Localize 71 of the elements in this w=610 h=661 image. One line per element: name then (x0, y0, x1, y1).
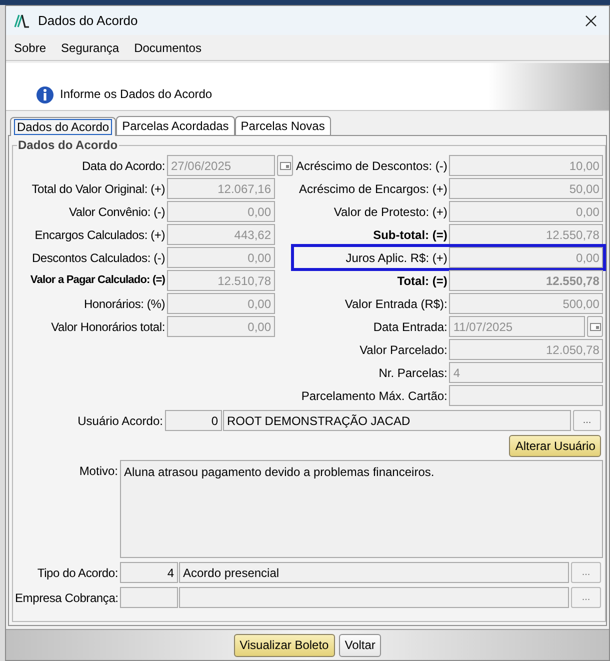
tab[interactable]: Parcelas Novas (234, 116, 331, 135)
field-label: Sub-total: (=) (372, 226, 448, 244)
text-field[interactable]: 12.550,78 (449, 270, 604, 291)
text-field[interactable]: 12.550,78 (449, 224, 604, 245)
header-message: Informe os Dados do Acordo (60, 86, 212, 103)
calendar-icon (590, 322, 601, 330)
text-field[interactable]: 443,62 (167, 224, 275, 245)
field-label: Valor Entrada (R$): (344, 296, 448, 312)
field-label: Valor Parcelado: (358, 342, 448, 358)
footer-button[interactable]: Visualizar Boleto (234, 634, 335, 656)
field-label: Usuário Acordo: (76, 412, 164, 430)
text-field[interactable]: 4 (449, 362, 604, 383)
field-label: Total do Valor Original: (+) (30, 180, 166, 198)
text-field[interactable]: 0,00 (449, 201, 604, 222)
footer-button[interactable]: Voltar (338, 634, 382, 656)
app-logo-icon (14, 14, 30, 28)
name-field[interactable] (179, 587, 569, 608)
text-field[interactable]: 50,00 (449, 178, 604, 199)
text-field[interactable]: 0,00 (167, 247, 275, 268)
text-field[interactable]: 12.510,78 (167, 270, 275, 291)
text-field[interactable]: 12.067,16 (167, 178, 275, 199)
field-label: Valor Honorários total: (50, 318, 166, 336)
text-field[interactable]: 10,00 (449, 155, 604, 176)
change-user-button[interactable]: Alterar Usuário (509, 435, 602, 457)
field-label: Valor a Pagar Calculado: (=) (29, 273, 166, 288)
field-label: Nr. Parcelas: (378, 364, 448, 382)
text-field[interactable]: 0,00 (167, 201, 275, 222)
field-label: Data do Acordo: (80, 158, 166, 174)
field-label: Descontos Calculados: (-) (30, 250, 166, 266)
tab[interactable]: Parcelas Acordadas (116, 116, 235, 135)
text-field[interactable]: 500,00 (449, 293, 604, 314)
text-field[interactable]: 12.050,78 (449, 339, 604, 360)
calendar-button[interactable] (277, 155, 293, 176)
menu-item[interactable]: Sobre (14, 38, 46, 56)
field-label: Acréscimo de Encargos: (+) (298, 180, 448, 198)
text-field[interactable]: 27/06/2025 (167, 155, 275, 176)
name-field[interactable]: Acordo presencial (179, 562, 569, 583)
calendar-icon (280, 162, 290, 170)
group-title: Dados do Acordo (17, 137, 119, 154)
menu-item[interactable]: Documentos (134, 38, 202, 56)
lookup-button[interactable]: ... (571, 562, 601, 583)
text-field[interactable] (449, 385, 604, 406)
code-field[interactable] (120, 587, 178, 608)
reason-textarea[interactable]: Aluna atrasou pagamento devido a problemas financeiros. (120, 460, 603, 558)
field-label: Motivo: (78, 463, 119, 480)
field-label: Encargos Calculados: (+) (34, 226, 166, 244)
code-field[interactable]: 4 (120, 562, 178, 583)
name-field[interactable]: ROOT DEMONSTRAÇÃO JACAD (223, 410, 571, 431)
field-label: Valor de Protesto: (+) (332, 204, 448, 220)
field-label: Parcelamento Máx. Cartão: (300, 388, 448, 404)
field-label: Data Entrada: (372, 318, 448, 336)
text-field[interactable]: 0,00 (167, 293, 275, 314)
close-icon[interactable] (585, 14, 597, 26)
field-label: Honorários: (%) (82, 296, 166, 312)
menu-item[interactable]: Segurança (61, 38, 120, 56)
field-label: Empresa Cobrança: (15, 590, 120, 606)
field-label: Valor Convênio: (-) (68, 204, 166, 220)
calendar-button[interactable] (587, 316, 604, 337)
text-field[interactable]: 11/07/2025 (449, 316, 586, 337)
field-label: Acréscimo de Descontos: (-) (296, 158, 448, 174)
info-icon (36, 86, 54, 104)
code-field[interactable]: 0 (165, 410, 222, 431)
text-field[interactable]: 0,00 (449, 247, 604, 268)
lookup-button[interactable]: ... (571, 587, 601, 608)
field-label: Tipo do Acordo: (36, 564, 119, 582)
window-title: Dados do Acordo (38, 12, 138, 30)
lookup-button[interactable]: ... (573, 410, 601, 431)
text-field[interactable]: 0,00 (167, 316, 275, 337)
tab[interactable]: Dados do Acordo (10, 117, 116, 136)
field-label: Total: (=) (396, 272, 448, 290)
field-label: Juros Aplic. R$: (+) (344, 250, 448, 266)
